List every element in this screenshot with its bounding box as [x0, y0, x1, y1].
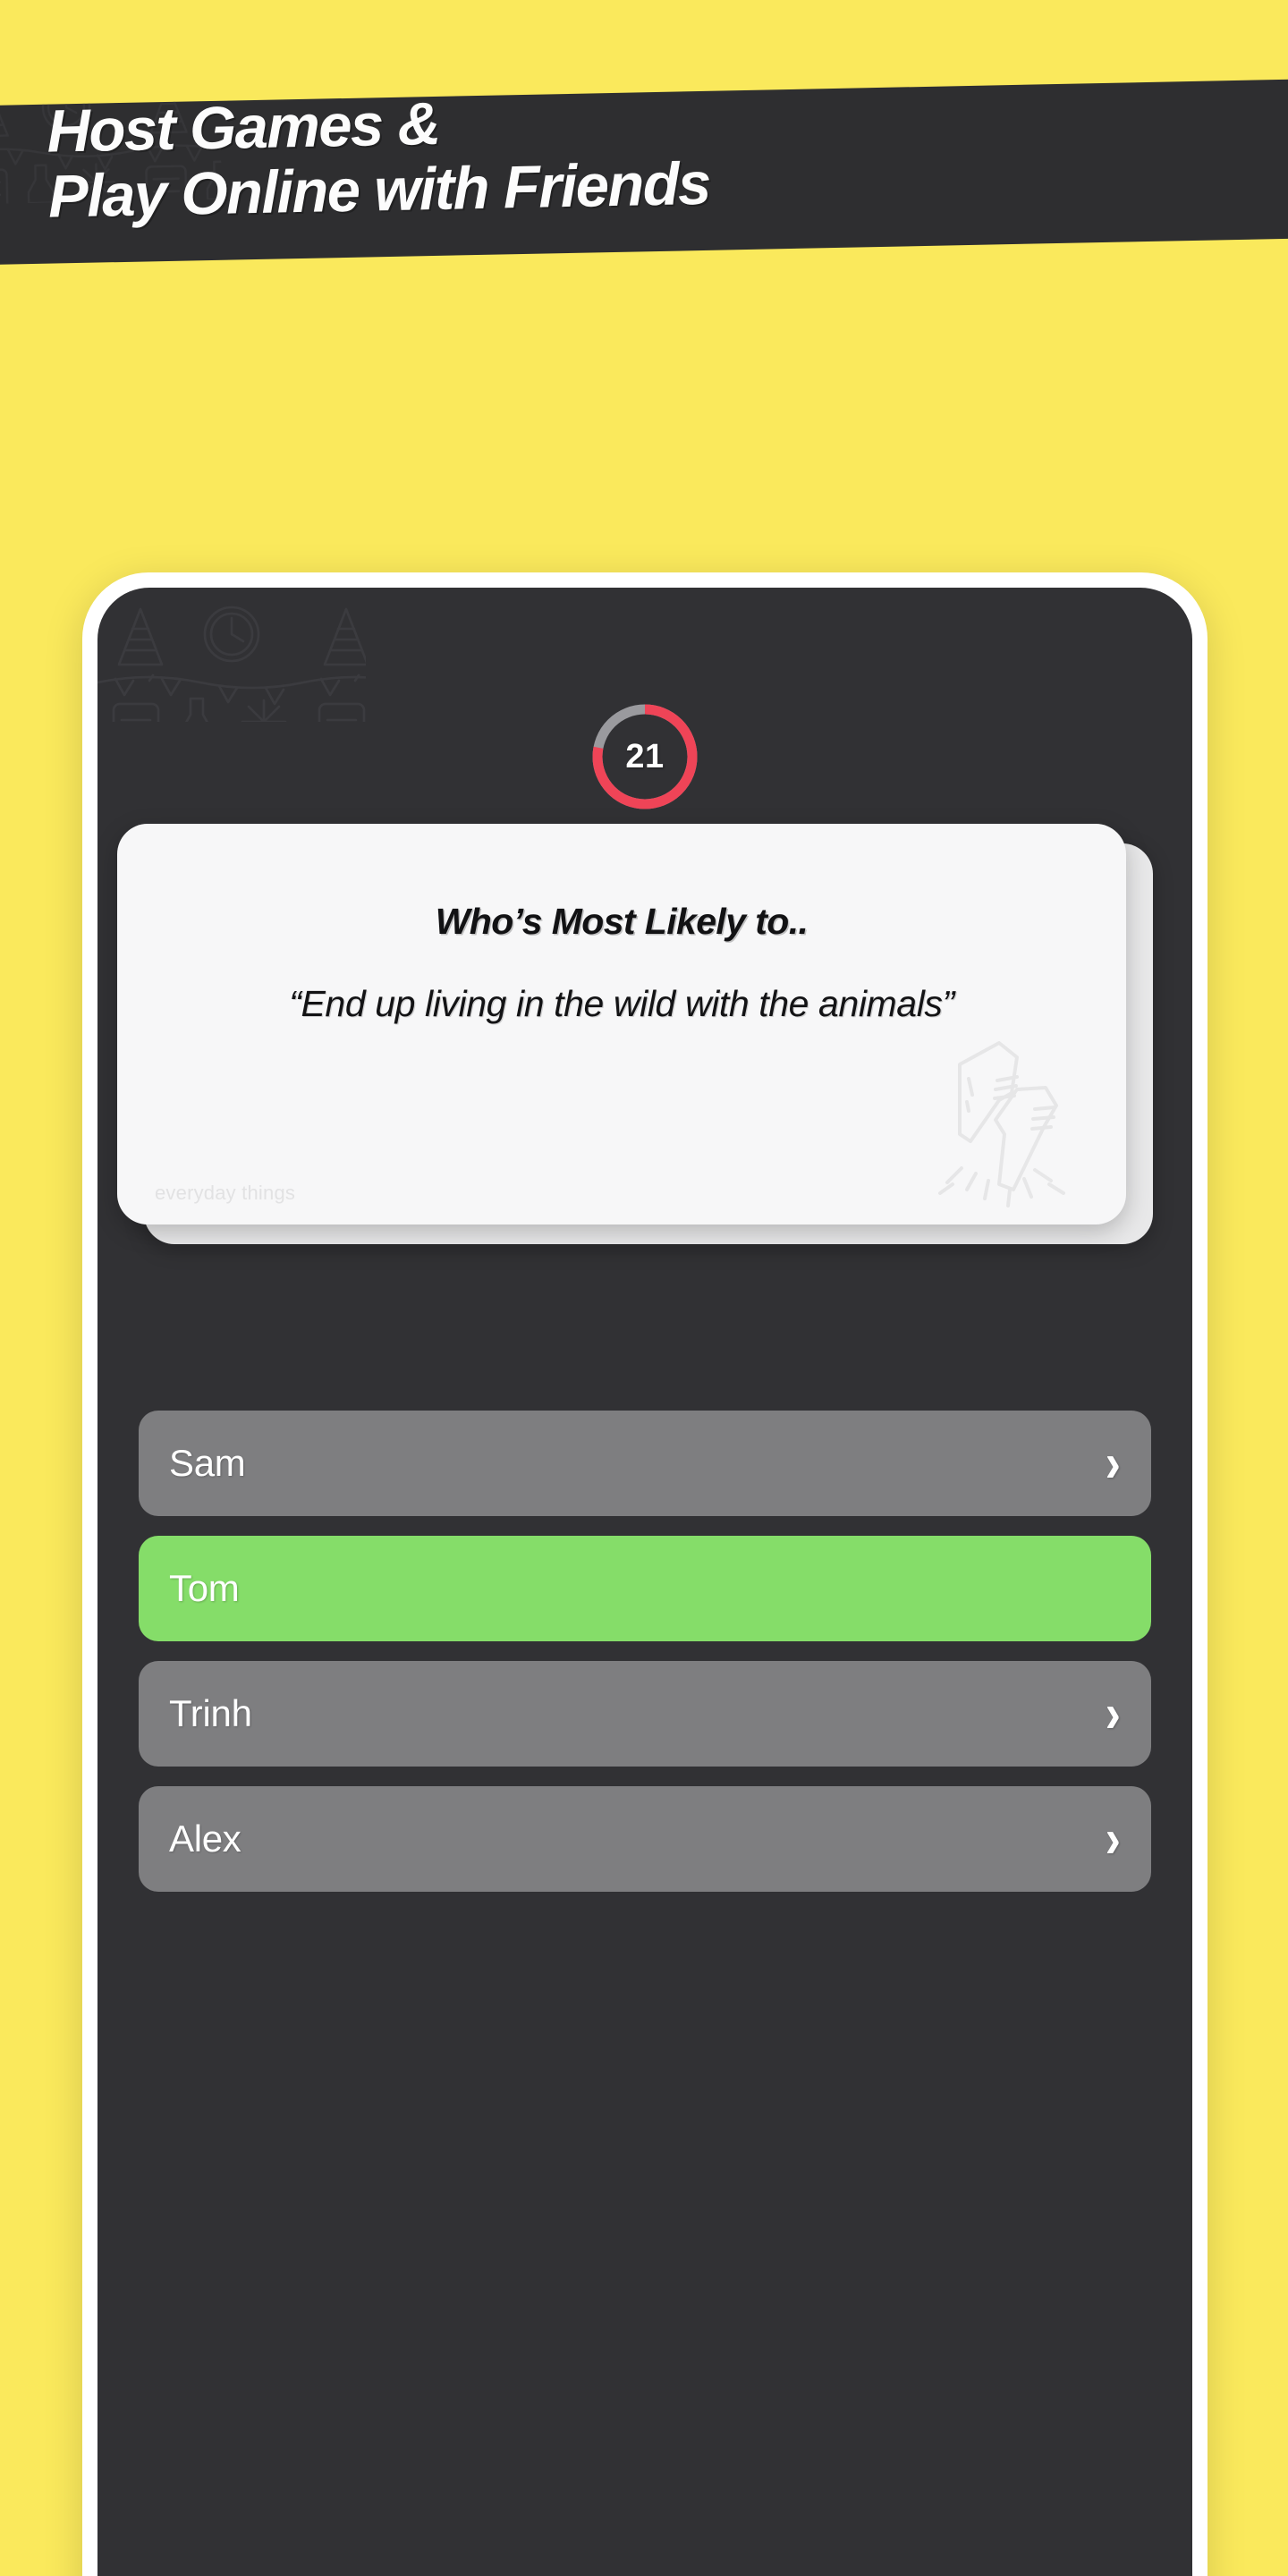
player-name: Tom [169, 1567, 240, 1609]
player-row-trinh[interactable]: Trinh › [139, 1661, 1151, 1767]
card-question-text: “End up living in the wild with the anim… [289, 983, 954, 1024]
player-answer-list: Sam › Tom Trinh › Alex › [139, 1411, 1151, 1892]
question-card[interactable]: Who’s Most Likely to.. “End up living in… [117, 824, 1126, 1224]
chevron-right-icon: › [1105, 1682, 1121, 1745]
timer-value: 21 [625, 737, 665, 775]
question-card-stack: Who’s Most Likely to.. “End up living in… [97, 824, 1192, 1244]
player-name: Alex [169, 1818, 242, 1860]
screen-doodle-pattern [97, 588, 366, 722]
countdown-timer: 21 [585, 697, 705, 817]
player-row-sam[interactable]: Sam › [139, 1411, 1151, 1516]
hero-banner: Host Games & Play Online with Friends [0, 79, 1288, 265]
clapping-hands-illustration [938, 1041, 1065, 1208]
player-row-alex[interactable]: Alex › [139, 1786, 1151, 1892]
phone-screen: 21 Who’s Most Likely to.. “End up living… [97, 588, 1192, 2576]
player-name: Trinh [169, 1692, 252, 1734]
hero-headline: Host Games & Play Online with Friends [46, 89, 711, 231]
phone-mockup-frame: 21 Who’s Most Likely to.. “End up living… [82, 572, 1208, 2576]
chevron-right-icon: › [1105, 1432, 1121, 1495]
card-prompt-title: Who’s Most Likely to.. [435, 901, 809, 942]
chevron-right-icon: › [1105, 1808, 1121, 1870]
player-row-tom[interactable]: Tom [139, 1536, 1151, 1641]
card-category-label: everyday things [155, 1182, 296, 1204]
player-name: Sam [169, 1442, 246, 1484]
